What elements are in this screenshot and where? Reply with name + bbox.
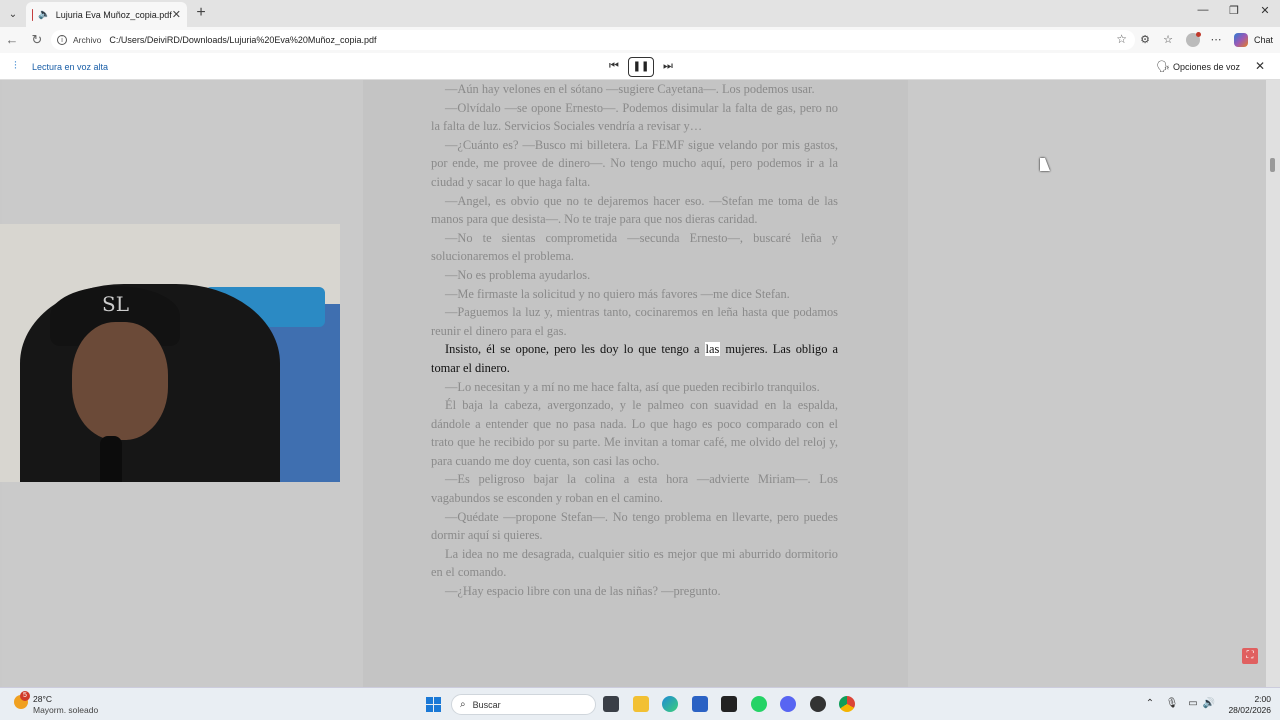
start-tile [426,697,433,704]
close-read-aloud-icon[interactable]: ✕ [1255,59,1265,73]
file-explorer-icon[interactable] [633,696,649,712]
clock-date[interactable]: 28/02/2026 [1221,705,1271,715]
pdf-tools-icon[interactable]: ⛶ [1242,648,1258,664]
weather-description[interactable]: Mayorm. soleado [33,705,98,715]
paragraph: —No es problema ayudarlos. [445,267,591,282]
refresh-icon[interactable]: ↻ [29,32,45,48]
webcam-microphone [100,436,122,482]
info-icon[interactable]: i [57,35,67,45]
volume-icon[interactable]: 🔊 [1202,698,1216,709]
paragraph: —¿Cuánto es? —Busco mi billetera. La FEM… [431,137,838,189]
weather-temperature[interactable]: 28°C [33,694,52,704]
clock-time[interactable]: 2:00 [1231,694,1271,704]
pdf-text: —Aún hay velones en el sótano —sugiere C… [431,80,838,601]
network-icon[interactable]: ▭ [1186,698,1200,709]
edge-icon[interactable] [662,696,678,712]
tab-pdf[interactable]: 🔈 Lujuria Eva Muñoz_copia.pdf ✕ [26,2,187,27]
address-bar[interactable]: i Archivo C:/Users/DeiviRD/Downloads/Luj… [51,30,1135,50]
voice-options-icon[interactable]: 🗣 [1156,60,1170,73]
paragraph: —Olvídalo —se opone Ernesto—. Podemos di… [431,100,838,134]
paragraph: —Quédate —propone Stefan—. No tengo prob… [431,509,838,543]
favorite-star-icon[interactable]: ☆ [1116,32,1127,46]
webcam-face [72,322,168,440]
paragraph: —Angel, es obvio que no te dejaremos hac… [431,193,838,227]
paragraph: —Aún hay velones en el sótano —sugiere C… [445,82,815,96]
notification-dot [1196,32,1201,37]
tab-actions-menu-icon[interactable]: ⌄ [4,5,22,23]
chrome-icon[interactable] [839,696,855,712]
taskbar-search[interactable]: ⌕ Buscar [451,694,596,715]
paragraph: La idea no me desagrada, cualquier sitio… [431,546,838,580]
previous-paragraph-icon[interactable]: ⏮ [606,59,622,73]
paragraph: Él baja la cabeza, avergonzado, y le pal… [431,398,838,468]
paragraph: —No te sientas comprometida —secunda Ern… [431,230,838,264]
address-toolbar: ← ↻ i Archivo C:/Users/DeiviRD/Downloads… [0,27,1280,53]
read-aloud-icon: ⫶ [14,60,17,72]
scrollbar-thumb[interactable] [1270,158,1275,172]
next-paragraph-icon[interactable]: ⏭ [660,59,676,73]
start-button[interactable] [426,697,441,712]
pause-button[interactable]: ❚❚ [628,57,654,77]
active-paragraph: Insisto, él se opone, pero les doy lo qu… [431,340,838,377]
active-text-before: Insisto, él se opone, pero les doy lo qu… [445,342,705,357]
read-aloud-title: Lectura en voz alta [32,62,109,72]
store-icon[interactable] [692,696,708,712]
webcam-person: SL [20,284,280,482]
close-window-icon[interactable]: ✕ [1256,4,1274,17]
tab-title: Lujuria Eva Muñoz_copia.pdf [55,9,172,20]
close-tab-icon[interactable]: ✕ [172,8,181,21]
task-view-icon[interactable] [603,696,619,712]
capcut-icon[interactable] [721,696,737,712]
mouse-cursor-icon [1040,158,1050,171]
whatsapp-icon[interactable] [751,696,767,712]
voice-options-button[interactable]: Opciones de voz [1173,62,1240,72]
weather-badge: 5 [20,691,30,701]
start-tile [434,705,441,712]
taskbar: 5 28°C Mayorm. soleado ⌕ Buscar ⌃ 🎙 ▭ 🔊 … [0,687,1280,720]
restore-icon[interactable]: ❐ [1225,4,1243,17]
paragraph: —Es peligroso bajar la colina a esta hor… [431,472,838,506]
search-icon: ⌕ [460,699,466,710]
start-tile [426,705,433,712]
webcam-overlay: SL [0,224,340,482]
discord-icon[interactable] [780,696,796,712]
paragraph: —¿Hay espacio libre con una de las niñas… [445,584,721,599]
vertical-scrollbar[interactable] [1266,80,1280,687]
show-hidden-icons-icon[interactable]: ⌃ [1143,698,1157,709]
extensions-icon[interactable]: ⚙ [1137,32,1153,48]
paragraph: —Lo necesitan y a mí no me hace falta, a… [445,379,820,394]
cap-logo: SL [102,292,129,316]
favorites-icon[interactable]: ☆ [1160,32,1176,48]
current-word-highlight: las [704,342,721,357]
search-placeholder: Buscar [472,699,501,710]
back-icon[interactable]: ← [4,32,20,48]
read-aloud-bar: ⫶ Lectura en voz alta ⏮ ❚❚ ⏭ 🗣 Opciones … [0,53,1280,80]
paragraph: —Me firmaste la solicitud y no quiero má… [445,286,790,301]
tab-bar: ⌄ 🔈 Lujuria Eva Muñoz_copia.pdf ✕ + — ❐ … [0,0,1280,27]
address-url[interactable]: C:/Users/DeiviRD/Downloads/Lujuria%20Eva… [109,35,376,45]
speaker-icon[interactable]: 🔈 [38,9,50,20]
more-options-icon[interactable]: ⋯ [1208,32,1224,48]
minimize-icon[interactable]: — [1194,4,1212,16]
chat-label[interactable]: Chat [1254,35,1273,45]
paragraph: —Paguemos la luz y, mientras tanto, coci… [431,305,838,338]
copilot-icon[interactable] [1234,33,1248,47]
microphone-icon[interactable]: 🎙 [1165,698,1179,709]
address-scheme-label: Archivo [73,35,102,45]
new-tab-button[interactable]: + [193,4,209,22]
pdf-favicon-icon [32,8,34,21]
obs-icon[interactable] [810,696,826,712]
start-tile [434,697,441,704]
